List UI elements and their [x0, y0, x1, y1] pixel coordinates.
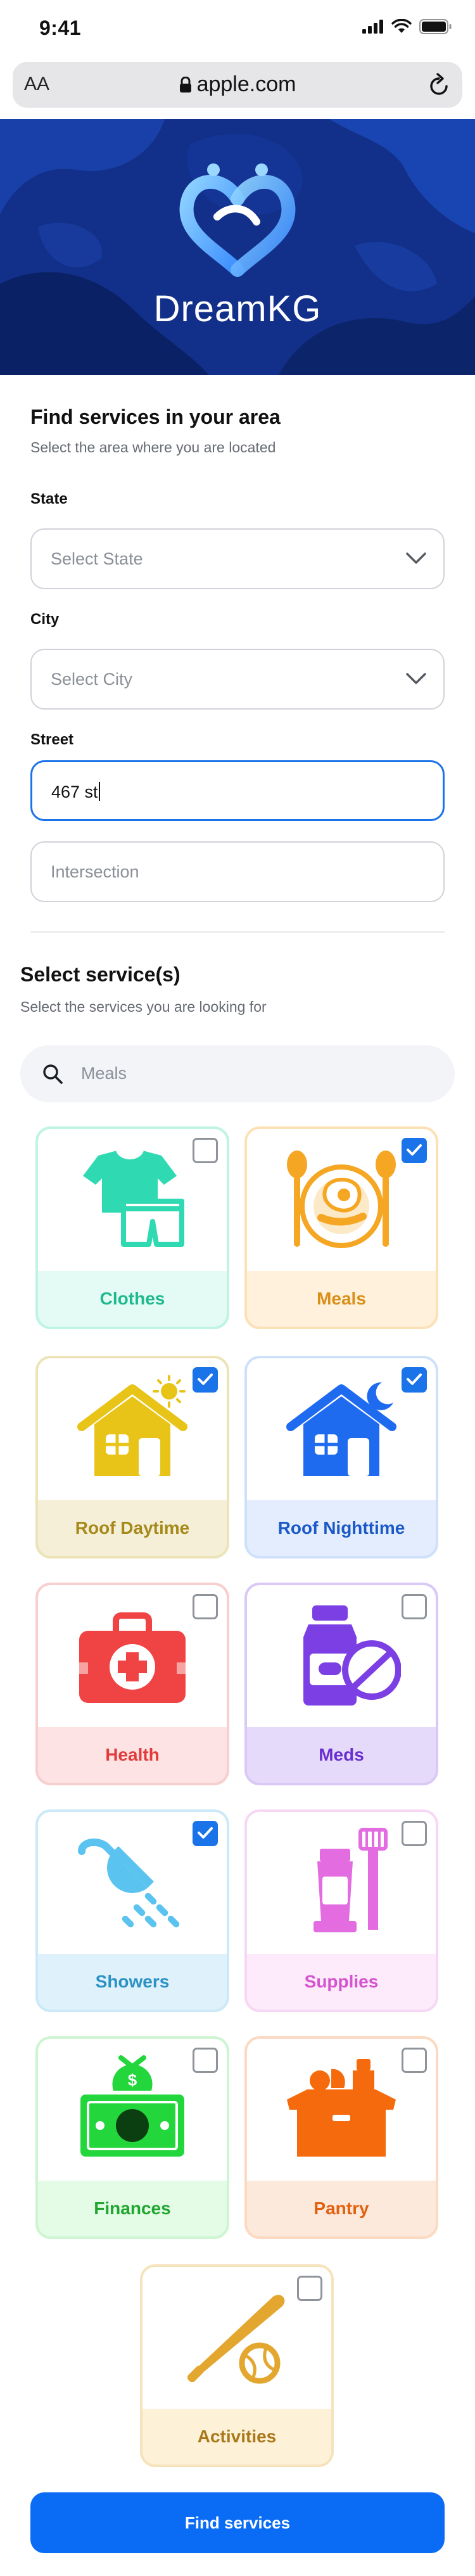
service-card-label: Meals: [317, 1289, 366, 1308]
chevron-down-icon: [406, 673, 426, 684]
intersection-input[interactable]: Intersection: [30, 841, 445, 902]
state-select[interactable]: Select State: [30, 528, 445, 589]
first-aid-kit-icon: [79, 1612, 186, 1703]
section-divider: [30, 931, 445, 933]
address-bar[interactable]: AA apple.com: [13, 62, 462, 108]
area-section-title: Find services in your area: [30, 405, 281, 428]
service-checkbox[interactable]: [402, 1594, 427, 1619]
find-services-button[interactable]: Find services: [30, 2492, 445, 2553]
service-checkbox[interactable]: [402, 1138, 427, 1163]
cellular-signal-icon: [362, 20, 383, 34]
street-label: Street: [30, 731, 74, 748]
toothpaste-icon: [314, 1828, 388, 1932]
street-input[interactable]: 467 st: [30, 760, 445, 821]
service-card-activities[interactable]: Activities: [140, 2264, 334, 2467]
text-caret: [98, 782, 100, 801]
service-card-label: Meds: [319, 1745, 364, 1764]
city-label: City: [30, 611, 60, 628]
hero-banner: DreamKG: [0, 119, 475, 375]
status-bar: 9:41: [0, 0, 475, 58]
service-card-roof-daytime[interactable]: Roof Daytime: [35, 1356, 229, 1559]
service-card-label: Pantry: [314, 2198, 369, 2218]
url-display[interactable]: apple.com: [13, 72, 462, 97]
svg-text:$: $: [128, 2070, 137, 2089]
medicine-icon: [303, 1605, 401, 1706]
services-section-title: Select service(s): [20, 963, 180, 986]
house-moon-icon: [286, 1382, 396, 1476]
state-select-placeholder: Select State: [51, 549, 143, 568]
service-card-label: Supplies: [304, 1972, 379, 1991]
url-text: apple.com: [196, 72, 296, 96]
service-checkbox[interactable]: [193, 2048, 218, 2073]
service-checkbox[interactable]: [193, 1138, 218, 1163]
street-input-value: 467 st: [51, 782, 100, 802]
baseball-icon: [187, 2295, 285, 2384]
service-card-label: Showers: [95, 1972, 170, 1991]
pantry-box-icon: [287, 2059, 396, 2157]
check-icon: [407, 1144, 422, 1156]
service-card-roof-nighttime[interactable]: Roof Nighttime: [244, 1356, 438, 1559]
lock-icon: [179, 76, 191, 92]
service-checkbox[interactable]: [193, 1594, 218, 1619]
service-checkbox[interactable]: [193, 1821, 218, 1846]
service-checkbox[interactable]: [402, 1821, 427, 1846]
check-icon: [198, 1374, 213, 1385]
city-select-placeholder: Select City: [51, 670, 133, 689]
service-card-showers[interactable]: Showers: [35, 1809, 229, 2012]
service-card-clothes[interactable]: Clothes: [35, 1126, 229, 1329]
search-icon: [43, 1064, 63, 1084]
wifi-icon: [391, 19, 412, 33]
service-card-label: Finances: [94, 2198, 171, 2218]
house-sun-icon: [77, 1375, 187, 1476]
chevron-down-icon: [406, 552, 426, 564]
service-checkbox[interactable]: [402, 1367, 427, 1393]
service-card-meds[interactable]: Meds: [244, 1583, 438, 1785]
service-card-label: Clothes: [99, 1289, 165, 1308]
status-time: 9:41: [39, 16, 82, 39]
service-card-pantry[interactable]: Pantry: [244, 2036, 438, 2239]
service-checkbox[interactable]: [402, 2048, 427, 2073]
meals-icon: [287, 1151, 396, 1248]
money-icon: $: [80, 2055, 184, 2157]
brand-name: DreamKG: [153, 288, 322, 329]
reload-icon[interactable]: [427, 72, 451, 98]
service-card-label: Roof Nighttime: [277, 1518, 405, 1538]
state-label: State: [30, 490, 68, 507]
area-section-subtitle: Select the area where you are located: [30, 439, 276, 456]
service-card-health[interactable]: Health: [35, 1583, 229, 1785]
battery-icon: [419, 19, 452, 34]
status-icons: [362, 19, 452, 34]
dreamkg-logo-icon: [179, 163, 296, 277]
service-search-input[interactable]: Meals: [20, 1045, 455, 1102]
service-card-label: Roof Daytime: [75, 1518, 190, 1538]
service-card-finances[interactable]: $ Finances: [35, 2036, 229, 2239]
check-icon: [407, 1374, 422, 1385]
service-checkbox[interactable]: [193, 1367, 218, 1393]
check-icon: [198, 1827, 213, 1839]
service-card-supplies[interactable]: Supplies: [244, 1809, 438, 2012]
service-card-label: Activities: [197, 2426, 277, 2446]
service-search-placeholder: Meals: [81, 1064, 127, 1083]
services-section-subtitle: Select the services you are looking for: [20, 998, 267, 1015]
service-checkbox[interactable]: [297, 2276, 322, 2301]
service-card-meals[interactable]: Meals: [244, 1126, 438, 1329]
intersection-placeholder: Intersection: [51, 862, 139, 881]
clothes-icon: [83, 1150, 184, 1247]
service-card-label: Health: [105, 1745, 160, 1764]
city-select[interactable]: Select City: [30, 649, 445, 710]
shower-icon: [78, 1838, 180, 1928]
